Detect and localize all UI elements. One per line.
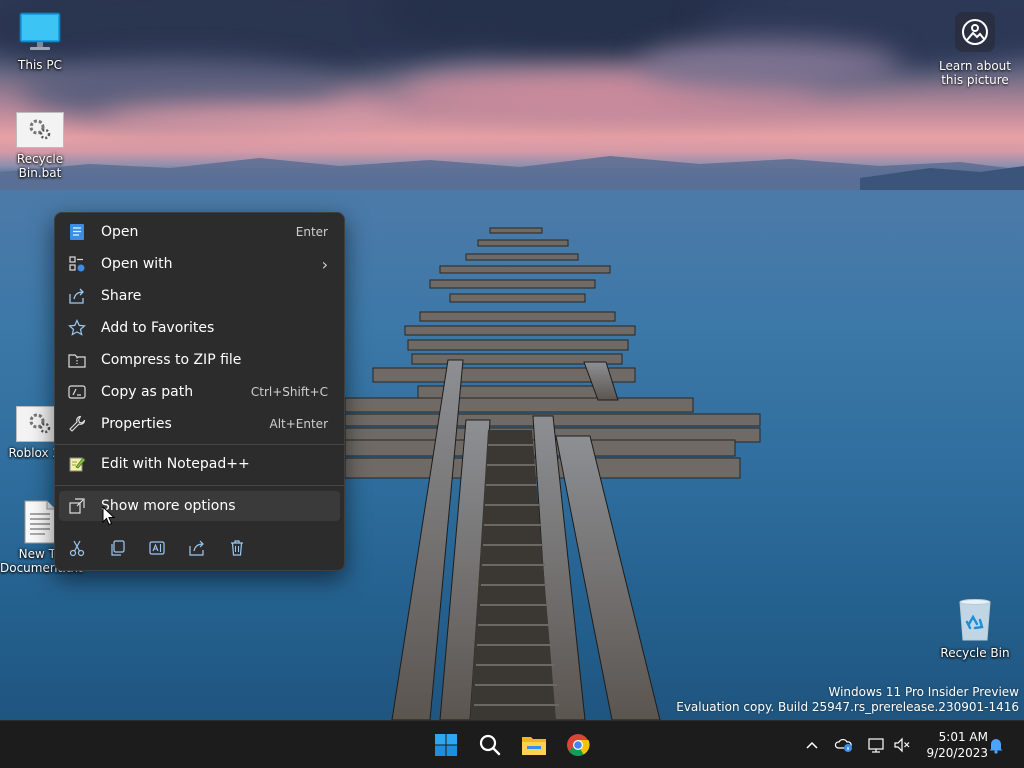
menu-item-label: Open	[101, 224, 139, 240]
file-explorer-icon	[522, 737, 546, 755]
desktop-icon-recycle-bin-bat[interactable]: Recycle Bin.bat	[0, 112, 80, 180]
start-button[interactable]	[430, 729, 462, 761]
notepad-doc-icon	[67, 222, 87, 242]
menu-item-open[interactable]: Open Enter	[59, 217, 340, 247]
clock-date: 9/20/2023	[926, 746, 988, 760]
menu-item-label: Add to Favorites	[101, 320, 215, 336]
search-icon	[479, 734, 501, 756]
batch-file-icon	[16, 112, 64, 148]
menu-item-label: Share	[101, 288, 142, 304]
chevron-right-icon: ›	[321, 254, 328, 274]
menu-item-properties[interactable]: Properties Alt+Enter	[59, 409, 340, 439]
share-button[interactable]	[185, 536, 209, 560]
cut-icon	[69, 540, 85, 557]
chevron-up-icon	[806, 741, 818, 749]
copy-path-icon	[67, 382, 87, 402]
cut-button[interactable]	[65, 536, 89, 560]
text-file-icon	[24, 500, 56, 544]
menu-item-label: Edit with Notepad++	[101, 456, 250, 472]
network-monitor-icon	[868, 738, 884, 753]
recycle-bin-icon	[959, 599, 991, 641]
network-tray-button[interactable]	[866, 735, 886, 755]
desktop-icon-label: Recycle Bin.bat	[16, 152, 64, 180]
rename-button[interactable]	[145, 536, 169, 560]
menu-item-edit-notepadpp[interactable]: Edit with Notepad++	[59, 449, 340, 479]
chrome-icon	[567, 734, 590, 756]
cloud-info-icon	[834, 738, 852, 752]
menu-item-label: Show more options	[101, 498, 236, 514]
learn-about-picture-label: Learn about this picture	[939, 59, 1011, 87]
notepadpp-icon	[67, 454, 87, 474]
bell-icon	[989, 739, 1003, 754]
system-clock[interactable]: 5:01 AM 9/20/2023	[918, 729, 988, 761]
rename-icon	[149, 541, 165, 555]
search-button[interactable]	[474, 729, 506, 761]
watermark-edition: Windows 11 Pro Insider Preview	[828, 685, 1019, 699]
volume-tray-button[interactable]	[892, 735, 912, 755]
zip-folder-icon	[67, 350, 87, 370]
menu-item-copy-as-path[interactable]: Copy as path Ctrl+Shift+C	[59, 377, 340, 407]
desktop-icon-label: This PC	[18, 58, 62, 72]
copy-button[interactable]	[105, 536, 129, 560]
file-explorer-button[interactable]	[518, 729, 550, 761]
menu-item-label: Properties	[101, 416, 172, 432]
menu-item-shortcut: Alt+Enter	[269, 417, 328, 431]
clock-time: 5:01 AM	[938, 730, 988, 744]
menu-item-label: Copy as path	[101, 384, 194, 400]
file-context-menu: Open Enter Open with › Share Add to Favo…	[54, 212, 345, 571]
delete-button[interactable]	[225, 536, 249, 560]
chrome-button[interactable]	[562, 729, 594, 761]
show-more-icon	[67, 496, 87, 516]
wrench-icon	[67, 414, 87, 434]
menu-item-label: Open with	[101, 256, 173, 272]
notifications-button[interactable]	[986, 735, 1006, 755]
windows-watermark: Windows 11 Pro Insider Preview Evaluatio…	[676, 685, 1019, 715]
copy-icon	[111, 540, 125, 556]
menu-item-shortcut: Ctrl+Shift+C	[250, 385, 328, 399]
mouse-pointer-icon	[102, 506, 116, 526]
desktop-icon-label: Recycle Bin	[940, 646, 1010, 660]
menu-item-compress-zip[interactable]: Compress to ZIP file	[59, 345, 340, 375]
taskbar: 5:01 AM 9/20/2023	[0, 720, 1024, 768]
share-icon	[67, 286, 87, 306]
menu-item-share[interactable]: Share	[59, 281, 340, 311]
menu-item-add-to-favorites[interactable]: Add to Favorites	[59, 313, 340, 343]
desktop-icon-this-pc[interactable]: This PC	[0, 10, 80, 72]
delete-icon	[231, 540, 243, 556]
learn-about-picture-button[interactable]	[955, 12, 995, 52]
open-with-icon	[67, 254, 87, 274]
onedrive-tray-button[interactable]	[834, 735, 854, 755]
watermark-build: Evaluation copy. Build 25947.rs_prerelea…	[676, 700, 1019, 714]
start-icon	[435, 734, 457, 756]
menu-item-open-with[interactable]: Open with ›	[59, 249, 340, 279]
menu-separator	[55, 485, 344, 486]
menu-separator	[55, 444, 344, 445]
monitor-icon	[19, 12, 61, 50]
menu-item-label: Compress to ZIP file	[101, 352, 242, 368]
desktop-icon-recycle-bin[interactable]: Recycle Bin	[935, 598, 1015, 660]
volume-muted-icon	[894, 737, 910, 753]
camera-aperture-icon	[962, 19, 988, 45]
share-icon	[189, 540, 204, 556]
show-hidden-icons-button[interactable]	[802, 735, 822, 755]
menu-item-shortcut: Enter	[295, 225, 328, 239]
star-icon	[67, 318, 87, 338]
